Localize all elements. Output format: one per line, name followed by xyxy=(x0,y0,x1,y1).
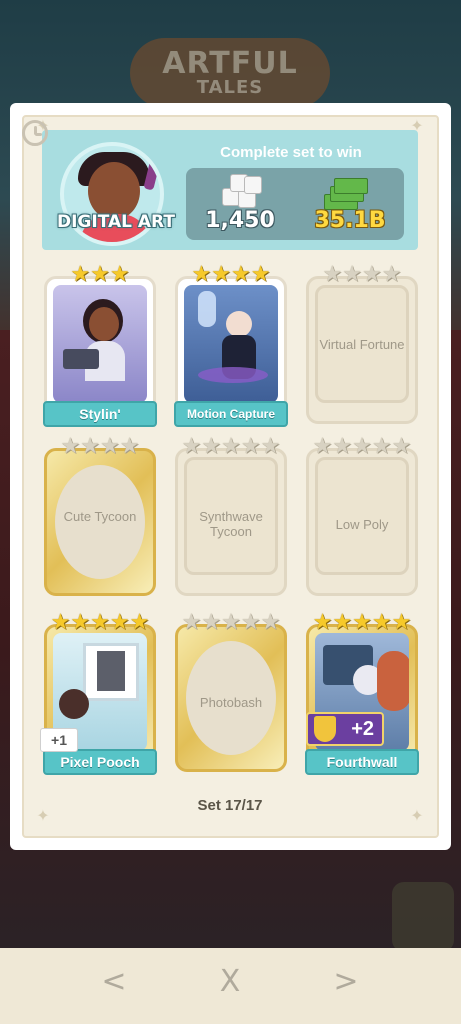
sticker-card-motion-capture[interactable]: ★ ★ ★ ★ Motion Capture xyxy=(174,261,288,427)
sticker-name-banner: Pixel Pooch xyxy=(43,749,157,775)
empty-slot-frame xyxy=(315,457,409,575)
close-button[interactable]: X xyxy=(210,962,250,1002)
sticker-card-stylin[interactable]: ★ ★ ★ Stylin' xyxy=(43,261,157,427)
star-rating: ★ ★ ★ ★ ★ xyxy=(181,433,281,458)
reward-caption: Complete set to win xyxy=(220,144,362,161)
sticker-name-label: Cute Tycoon xyxy=(63,509,137,524)
sticker-name-banner: Motion Capture xyxy=(174,401,288,427)
reward-cash-amount: 35.1B xyxy=(314,208,386,233)
album-title-line1: ARTFUL xyxy=(162,46,298,81)
sticker-slot-synthwave-tycoon[interactable]: ★ ★ ★ ★ ★ Synthwave Tycoon xyxy=(175,433,287,596)
set-progress: Set 17/17 xyxy=(197,797,263,814)
sticker-slot-virtual-fortune[interactable]: ★ ★ ★ ★ Virtual Fortune xyxy=(306,261,418,424)
album-title-logo: ARTFUL TALES xyxy=(130,38,330,108)
sticker-name-label: Photobash xyxy=(199,695,263,710)
cash-stack-icon xyxy=(320,178,368,212)
star-rating: ★ ★ ★ ★ xyxy=(60,433,140,458)
next-set-button[interactable]: > xyxy=(326,962,366,1002)
star-rating: ★ ★ ★ xyxy=(70,261,130,286)
duplicate-count-badge: +2 xyxy=(306,712,384,746)
corner-ornament: ✦ xyxy=(410,808,424,825)
set-name: DIGITAL ART xyxy=(57,212,175,232)
sticker-name-label: Synthwave Tycoon xyxy=(199,509,263,539)
sticker-art xyxy=(184,285,278,403)
corner-ornament: ✦ xyxy=(36,808,50,825)
sticker-slot-photobash[interactable]: ★ ★ ★ ★ ★ Photobash xyxy=(175,609,287,772)
sticker-name-label: Virtual Fortune xyxy=(319,337,405,352)
star-rating: ★ ★ ★ ★ ★ xyxy=(312,609,412,634)
previous-set-button[interactable]: < xyxy=(94,962,134,1002)
sticker-slot-cute-tycoon[interactable]: ★ ★ ★ ★ Cute Tycoon xyxy=(44,433,156,596)
sticker-name-label: Low Poly xyxy=(335,517,389,532)
history-icon[interactable] xyxy=(22,120,48,146)
star-rating: ★ ★ ★ ★ xyxy=(322,261,402,286)
dice-icon xyxy=(218,172,262,210)
star-rating: ★ ★ ★ ★ ★ xyxy=(181,609,281,634)
sticker-name-banner: Fourthwall xyxy=(305,749,419,775)
shield-icon xyxy=(314,716,336,742)
star-rating: ★ ★ ★ ★ ★ xyxy=(312,433,412,458)
duplicate-count: +2 xyxy=(351,718,374,740)
sticker-slot-low-poly[interactable]: ★ ★ ★ ★ ★ Low Poly xyxy=(306,433,418,596)
star-rating: ★ ★ ★ ★ xyxy=(191,261,271,286)
sticker-card-fourthwall[interactable]: ★ ★ ★ ★ ★ Fourthwall xyxy=(305,609,419,775)
sticker-art xyxy=(53,285,147,403)
star-rating: ★ ★ ★ ★ ★ xyxy=(50,609,150,634)
background-side-button xyxy=(392,882,454,952)
duplicate-count-badge: +1 xyxy=(40,728,78,752)
album-title-line2: TALES xyxy=(196,77,264,98)
reward-dice-count: 1,450 xyxy=(205,208,275,233)
sticker-name-banner: Stylin' xyxy=(43,401,157,427)
